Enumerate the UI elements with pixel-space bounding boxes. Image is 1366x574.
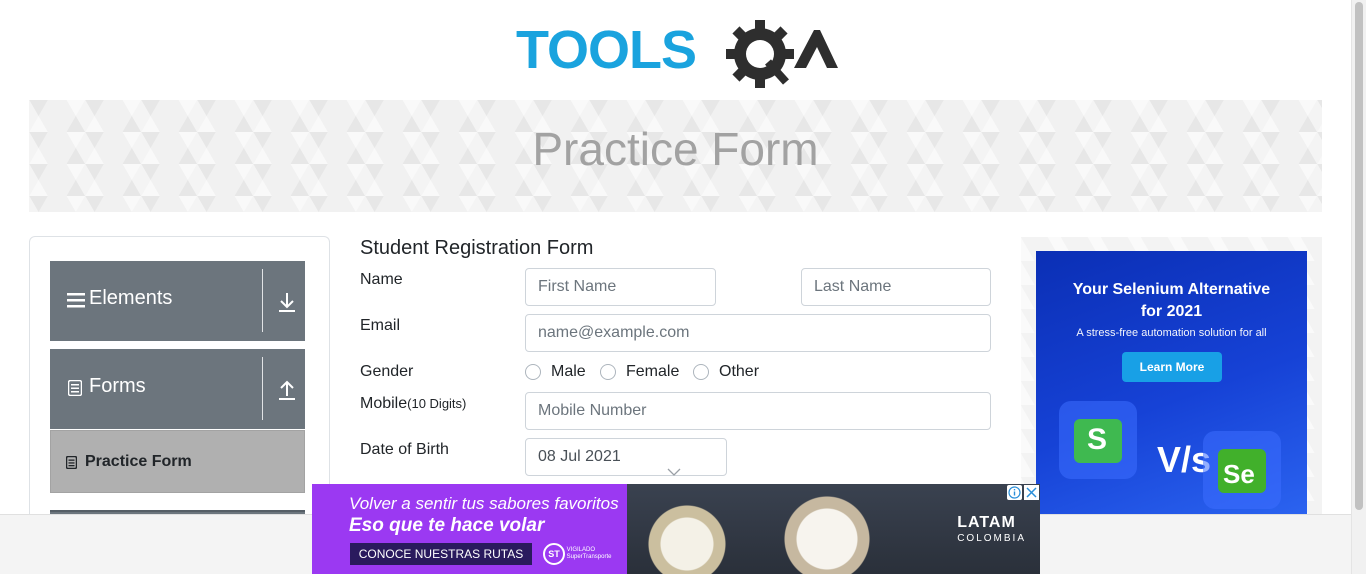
latam-logo: LATAM COLOMBIA	[957, 514, 1026, 544]
chevron-down-icon	[667, 468, 681, 476]
mobile-hint: (10 Digits)	[407, 396, 467, 411]
ad-info-icon[interactable]	[1007, 485, 1022, 500]
document-icon	[68, 380, 82, 396]
selenium-logo-letters: Se	[1223, 459, 1255, 489]
selenium-logo-tile: Se	[1203, 431, 1281, 509]
gender-radio-other[interactable]: Other	[693, 363, 759, 381]
radio-label: Other	[719, 363, 760, 380]
sidebar-item-practice-form[interactable]: Practice Form	[50, 430, 305, 493]
ad-headline-line2: for 2021	[1140, 303, 1203, 320]
radio-circle[interactable]	[600, 364, 616, 380]
ad-headline: Your Selenium Alternative for 2021	[1036, 279, 1307, 323]
page: TOOLS Practice Form Elements Forms Pract…	[0, 0, 1366, 574]
radio-circle[interactable]	[525, 364, 541, 380]
name-label: Name	[360, 271, 403, 288]
dob-label: Date of Birth	[360, 441, 449, 458]
divider	[262, 357, 263, 420]
learn-more-button[interactable]: Learn More	[1122, 352, 1222, 382]
email-label: Email	[360, 317, 401, 334]
testsigma-logo-tile: S	[1059, 401, 1137, 479]
form-icon	[66, 456, 77, 469]
email-input[interactable]: name@example.com	[525, 314, 991, 352]
toolsqa-logo[interactable]: TOOLS	[516, 16, 840, 92]
st-logo-text: VIGILADO SuperTransporte	[566, 547, 612, 560]
ad-close-icon[interactable]	[1024, 485, 1039, 500]
last-name-input[interactable]: Last Name	[801, 268, 991, 306]
st-logo: ST VIGILADO SuperTransporte	[543, 543, 619, 565]
mobile-label-text: Mobile	[360, 395, 408, 412]
gender-radio-male[interactable]: Male	[525, 363, 586, 381]
mobile-input[interactable]: Mobile Number	[525, 392, 991, 430]
ad-cta-button[interactable]: CONOCE NUESTRAS RUTAS	[350, 543, 532, 565]
sidebar-group-label: Elements	[89, 287, 173, 309]
first-name-input[interactable]: First Name	[525, 268, 716, 306]
divider	[262, 269, 263, 332]
dob-input[interactable]: 08 Jul 2021	[525, 438, 727, 476]
radio-circle[interactable]	[693, 364, 709, 380]
download-arrow-icon[interactable]	[278, 291, 296, 313]
ad-line1: Volver a sentir tus sabores favoritos	[349, 494, 619, 513]
latam-brand: LATAM	[957, 514, 1016, 531]
gender-label: Gender	[360, 363, 414, 380]
ad-headline-line1: Your Selenium Alternative	[1072, 281, 1271, 298]
upload-arrow-icon[interactable]	[278, 379, 296, 401]
ad-subtext: A stress-free automation solution for al…	[1076, 327, 1267, 339]
sidebar: Elements Forms Practice Form	[29, 236, 330, 540]
testsigma-logo-letter: S	[1087, 423, 1108, 456]
radio-label: Female	[626, 363, 680, 380]
svg-text:TOOLS: TOOLS	[516, 20, 696, 80]
gender-radio-female[interactable]: Female	[600, 363, 679, 381]
sidebar-group-label: Forms	[89, 375, 146, 397]
testsigma-logo-icon: S	[1074, 419, 1122, 463]
latam-brand-sub: COLOMBIA	[957, 533, 1026, 544]
selenium-logo-icon: Se	[1218, 449, 1266, 493]
page-banner: Practice Form	[29, 100, 1322, 212]
ad-latam[interactable]: Volver a sentir tus sabores favoritos Es…	[312, 484, 1040, 574]
sidebar-group-forms[interactable]: Forms	[50, 349, 305, 429]
sidebar-item-label: Practice Form	[85, 453, 192, 470]
hamburger-icon	[67, 293, 85, 308]
sidebar-group-elements[interactable]: Elements	[50, 261, 305, 341]
st-logo-mark: ST	[543, 543, 565, 565]
ad-selenium-alternative[interactable]: Your Selenium Alternative for 2021 A str…	[1036, 251, 1307, 514]
page-title: Practice Form	[532, 123, 819, 175]
mobile-label: Mobile(10 Digits)	[360, 395, 466, 413]
form-title: Student Registration Form	[360, 237, 594, 259]
scrollbar-thumb[interactable]	[1355, 2, 1363, 510]
vertical-scrollbar[interactable]	[1351, 0, 1366, 574]
radio-label: Male	[551, 363, 586, 380]
ad-line2: Eso que te hace volar	[349, 515, 545, 536]
